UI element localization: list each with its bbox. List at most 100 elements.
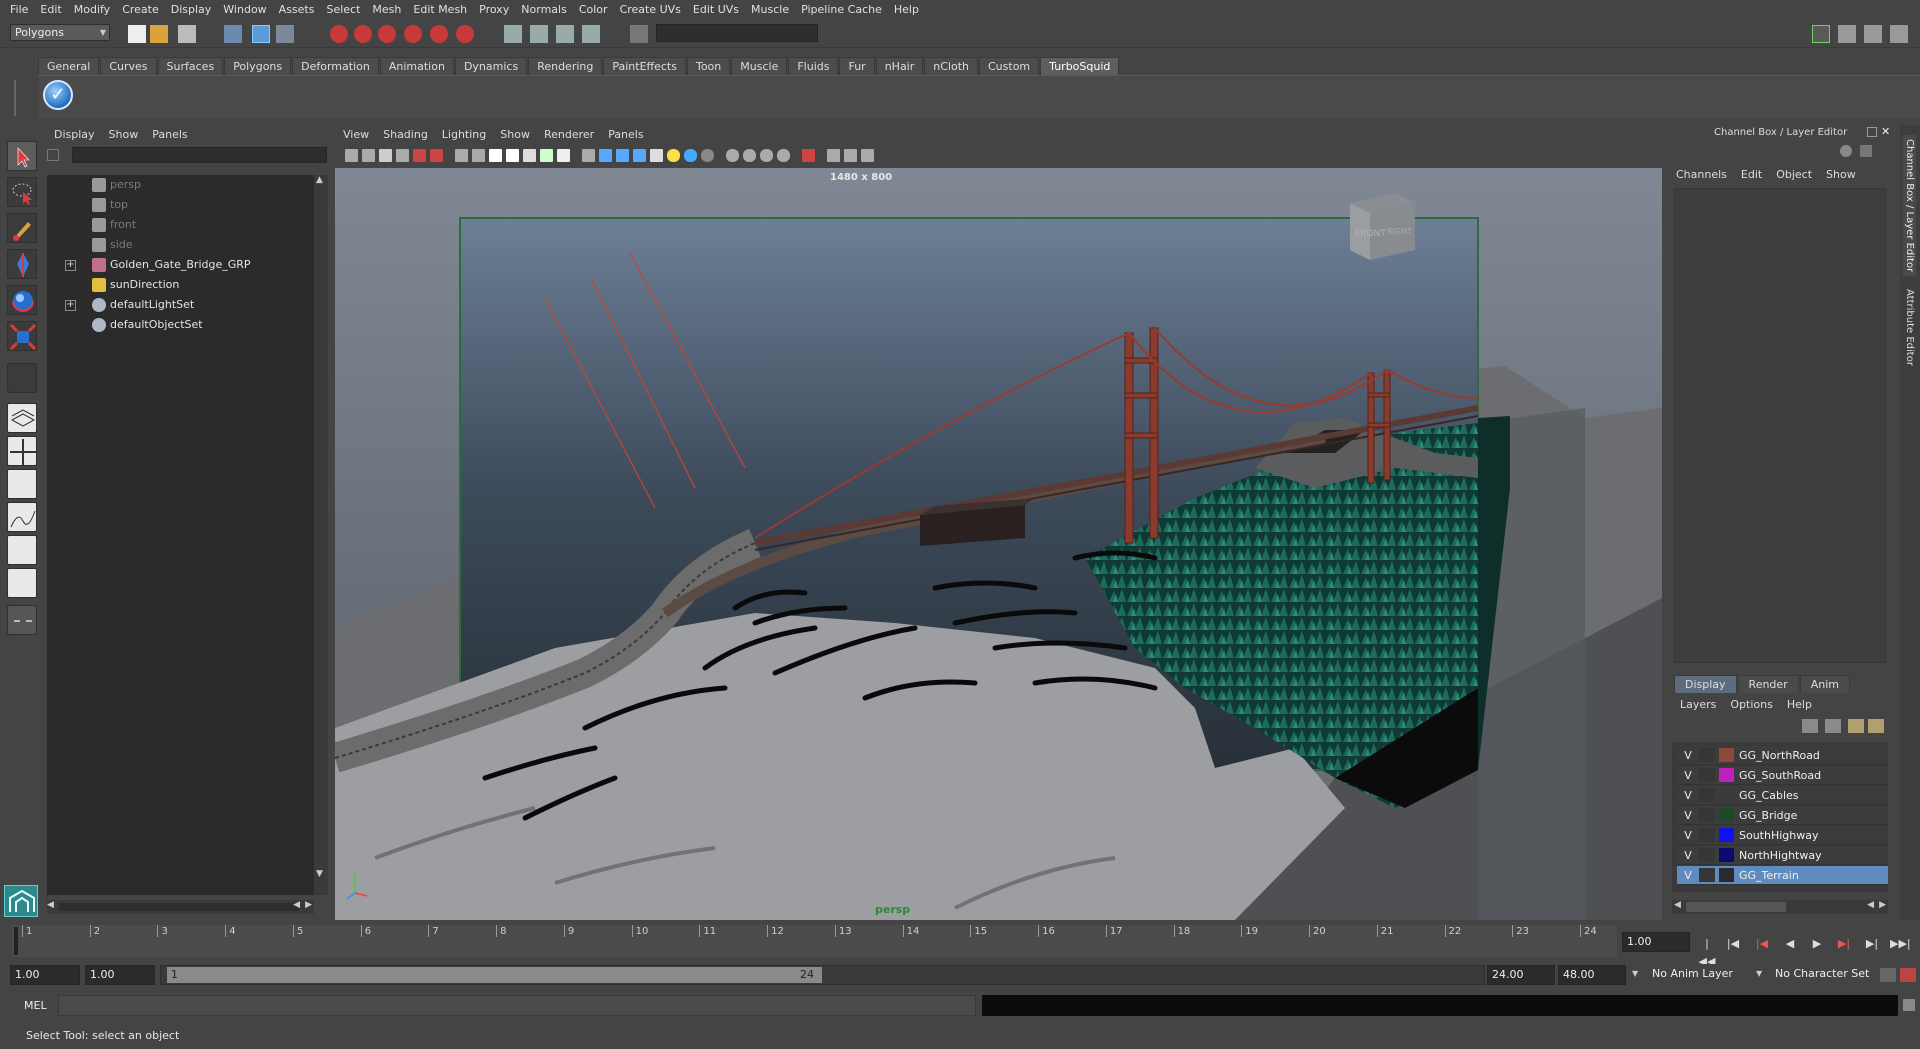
shelf-menu-handle[interactable] [14, 80, 28, 116]
layer-visibility-toggle[interactable]: V [1680, 786, 1696, 805]
expand-icon[interactable]: + [65, 300, 76, 311]
viewport-toolbar-icon[interactable] [396, 149, 409, 162]
viewport-toolbar-icon[interactable] [582, 149, 595, 162]
rotate-tool-icon[interactable] [7, 285, 37, 315]
outliner-item[interactable]: persp [47, 175, 314, 195]
shelf-tab-dynamics[interactable]: Dynamics [454, 57, 528, 75]
menu-pipeline-cache[interactable]: Pipeline Cache [795, 3, 888, 16]
snap-point-icon[interactable] [378, 25, 396, 43]
input-line-menu-icon[interactable] [630, 25, 648, 43]
outliner-item[interactable]: defaultObjectSet [47, 315, 314, 335]
viewport-toolbar-icon[interactable] [667, 149, 680, 162]
shelf-tab-fluids[interactable]: Fluids [788, 57, 839, 75]
animation-end-field[interactable]: 48.00 [1558, 965, 1626, 985]
menu-proxy[interactable]: Proxy [473, 3, 515, 16]
layer-row[interactable]: V SouthHighway [1677, 826, 1888, 845]
select-component-icon[interactable] [276, 25, 294, 43]
menu-create[interactable]: Create [116, 3, 165, 16]
viewport-toolbar-icon[interactable] [540, 149, 553, 162]
layer-color-swatch[interactable] [1719, 828, 1734, 842]
snap-surface-icon[interactable] [456, 25, 474, 43]
shelf-tab-deformation[interactable]: Deformation [292, 57, 379, 75]
outliner-menu-panels[interactable]: Panels [152, 128, 187, 141]
viewport-toolbar-icon[interactable] [557, 149, 570, 162]
viewport-toolbar-icon[interactable] [777, 149, 790, 162]
layer-row[interactable]: V GG_SouthRoad [1677, 766, 1888, 785]
viewport-toolbar-icon[interactable] [802, 149, 815, 162]
outliner-horizontal-scrollbar[interactable]: ◀ ◀ ▶ [47, 900, 314, 914]
script-editor-icon[interactable] [1903, 999, 1915, 1011]
animation-preferences-icon[interactable] [1900, 968, 1916, 982]
viewport-menu-lighting[interactable]: Lighting [442, 128, 486, 141]
menu-mesh[interactable]: Mesh [366, 3, 407, 16]
outliner-item[interactable]: top [47, 195, 314, 215]
outliner-menu-show[interactable]: Show [109, 128, 139, 141]
move-layer-up-icon[interactable] [1848, 719, 1864, 733]
layout-shortcuts-icon[interactable] [7, 605, 37, 635]
make-live-icon[interactable] [430, 25, 448, 43]
layer-row[interactable]: V GG_Terrain [1677, 866, 1888, 885]
tab-channel-box[interactable]: Channel Box / Layer Editor [1903, 135, 1916, 277]
float-panel-icon[interactable] [1867, 127, 1877, 137]
layer-playback-toggle[interactable] [1699, 788, 1715, 802]
layer-playback-toggle[interactable] [1699, 748, 1715, 762]
step-back-key-icon[interactable]: |◀ [1752, 935, 1772, 953]
channel-menu-show[interactable]: Show [1826, 168, 1856, 181]
shelf-tab-fur[interactable]: Fur [839, 57, 875, 75]
snap-grid-icon[interactable] [330, 25, 348, 43]
menu-color[interactable]: Color [573, 3, 614, 16]
viewport-toolbar-icon[interactable] [506, 149, 519, 162]
viewport-toolbar-icon[interactable] [599, 149, 612, 162]
show-hide-tool-settings-icon[interactable] [1864, 25, 1882, 43]
viewport-toolbar-icon[interactable] [430, 149, 443, 162]
viewport-toolbar-icon[interactable] [362, 149, 375, 162]
layer-visibility-toggle[interactable]: V [1680, 866, 1696, 885]
expand-icon[interactable]: + [65, 260, 76, 271]
layer-color-swatch[interactable] [1719, 868, 1734, 882]
outliner-vertical-scrollbar[interactable]: ▲ ▼ [314, 175, 328, 895]
viewport-menu-renderer[interactable]: Renderer [544, 128, 594, 141]
viewport-toolbar-icon[interactable] [633, 149, 646, 162]
viewport-menu-shading[interactable]: Shading [383, 128, 428, 141]
layer-color-swatch[interactable] [1719, 808, 1734, 822]
viewport-toolbar-icon[interactable] [413, 149, 426, 162]
menu-file[interactable]: File [4, 3, 34, 16]
shelf-tab-toon[interactable]: Toon [686, 57, 731, 75]
viewport-menu-show[interactable]: Show [500, 128, 530, 141]
viewport-toolbar-icon[interactable] [489, 149, 502, 162]
menu-edit-uvs[interactable]: Edit UVs [687, 3, 745, 16]
layer-row[interactable]: V GG_NorthRoad [1677, 746, 1888, 765]
viewport-menu-panels[interactable]: Panels [608, 128, 643, 141]
layer-color-swatch[interactable] [1719, 788, 1734, 802]
shelf-tab-painteffects[interactable]: PaintEffects [603, 57, 686, 75]
last-tool-icon[interactable] [7, 363, 37, 393]
menu-help[interactable]: Help [888, 3, 925, 16]
outliner-item[interactable]: + Golden_Gate_Bridge_GRP [47, 255, 314, 275]
viewport-toolbar-icon[interactable] [472, 149, 485, 162]
save-scene-icon[interactable] [178, 25, 196, 43]
character-set-select[interactable]: No Character Set [1775, 967, 1869, 980]
viewport-toolbar-icon[interactable] [827, 149, 840, 162]
chevron-down-icon[interactable]: ▼ [1756, 969, 1762, 978]
outliner-menu-display[interactable]: Display [54, 128, 95, 141]
snap-curve-icon[interactable] [354, 25, 372, 43]
viewport-toolbar-icon[interactable] [616, 149, 629, 162]
layer-tab-render[interactable]: Render [1737, 675, 1799, 693]
channel-menu-edit[interactable]: Edit [1741, 168, 1762, 181]
layer-visibility-toggle[interactable]: V [1680, 826, 1696, 845]
layer-playback-toggle[interactable] [1699, 868, 1715, 882]
layer-visibility-toggle[interactable]: V [1680, 806, 1696, 825]
layer-row[interactable]: V NorthHightway [1677, 846, 1888, 865]
range-slider-handle[interactable]: 1 24 [167, 967, 822, 983]
outliner-item[interactable]: side [47, 235, 314, 255]
move-tool-icon[interactable] [7, 249, 37, 279]
render-current-frame-icon[interactable] [530, 25, 548, 43]
viewport-toolbar-icon[interactable] [345, 149, 358, 162]
tab-attribute-editor[interactable]: Attribute Editor [1903, 285, 1916, 370]
menu-assets[interactable]: Assets [273, 3, 321, 16]
shelf-tab-polygons[interactable]: Polygons [224, 57, 292, 75]
quick-input-field[interactable] [656, 24, 818, 42]
play-forwards-icon[interactable]: ▶ [1807, 935, 1827, 953]
render-view-icon[interactable] [504, 25, 522, 43]
mode-select[interactable]: Polygons ▼ [10, 24, 110, 41]
